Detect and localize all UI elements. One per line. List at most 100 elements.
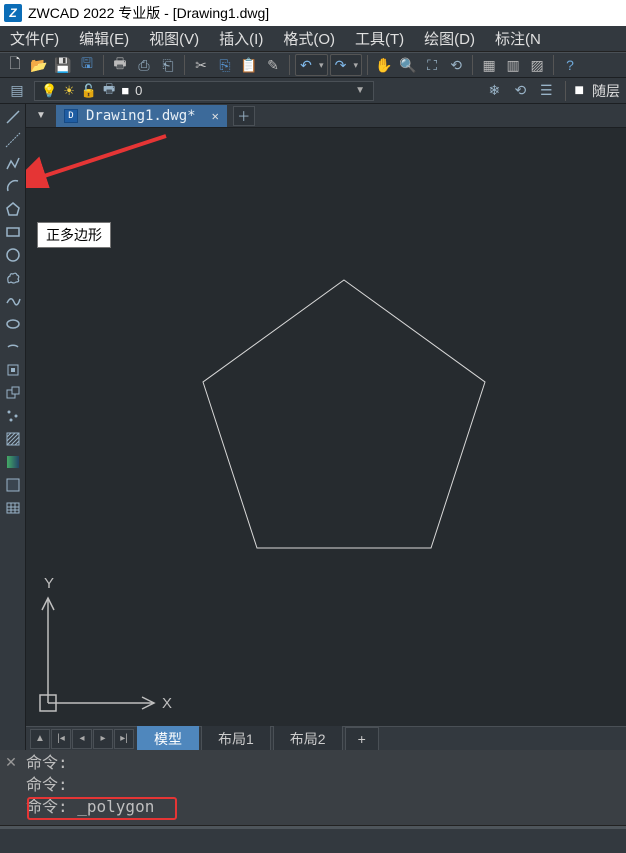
matchprop-button[interactable]: ✎	[262, 54, 284, 76]
tab-layout2[interactable]: 布局2	[273, 725, 343, 752]
region-tool[interactable]	[2, 474, 24, 496]
line-tool[interactable]	[2, 106, 24, 128]
menu-file[interactable]: 文件(F)	[0, 28, 69, 49]
properties-button[interactable]: ▦	[478, 54, 500, 76]
undo-dropdown[interactable]: ▾	[316, 60, 327, 71]
ellipse-arc-tool[interactable]	[2, 336, 24, 358]
command-line: 命令:	[26, 774, 622, 796]
menu-view[interactable]: 视图(V)	[139, 28, 209, 49]
publish-button[interactable]: ⎗	[157, 54, 179, 76]
status-bar	[0, 825, 626, 829]
doc-tab-menu[interactable]: ▼	[32, 107, 50, 125]
polygon-tool[interactable]	[2, 198, 24, 220]
menu-format[interactable]: 格式(O)	[273, 28, 345, 49]
saveall-icon: 🖫	[81, 53, 93, 77]
ucs-icon	[40, 598, 154, 711]
point-tool[interactable]	[2, 405, 24, 427]
document-tab[interactable]: D Drawing1.dwg* ✕	[56, 105, 227, 127]
layer-bulb-icon: 💡	[41, 83, 57, 99]
make-block-tool[interactable]	[2, 382, 24, 404]
undo-button[interactable]: ↶	[296, 55, 316, 75]
zoom-prev-button[interactable]: ⟲	[445, 54, 467, 76]
command-history[interactable]: 命令: 命令: 命令: _polygon	[22, 750, 626, 825]
draw-toolbox	[0, 104, 26, 750]
pentagon-shape	[203, 280, 485, 548]
menu-draw[interactable]: 绘图(D)	[414, 28, 485, 49]
polyline-tool[interactable]	[2, 152, 24, 174]
tab-prev-button[interactable]: ◂	[72, 729, 92, 749]
xline-tool[interactable]	[2, 129, 24, 151]
grid2-icon: ▥	[506, 57, 519, 74]
undo-group: ↶ ▾	[295, 54, 328, 76]
open-folder-icon: 📂	[30, 57, 47, 74]
designcenter-button[interactable]: ▥	[502, 54, 524, 76]
title-bar: Z ZWCAD 2022 专业版 - [Drawing1.dwg]	[0, 0, 626, 26]
layer-prev-button[interactable]: ⟲	[509, 80, 531, 102]
tab-first-button[interactable]: |◂	[51, 729, 71, 749]
gradient-tool[interactable]	[2, 451, 24, 473]
polygon-tooltip: 正多边形	[37, 222, 111, 248]
arc-tool[interactable]	[2, 175, 24, 197]
saveall-button[interactable]: 🖫	[76, 54, 98, 76]
menu-edit[interactable]: 编辑(E)	[69, 28, 139, 49]
undo-icon: ↶	[300, 57, 312, 74]
layer-toolbar: ▤ 💡 ☀ 🔓 🖶 ■ 0 ▼ ❄ ⟲ ☰ ■ 随层	[0, 78, 626, 104]
zoom-icon: 🔍	[399, 57, 416, 74]
cut-button[interactable]: ✂	[190, 54, 212, 76]
menu-insert[interactable]: 插入(I)	[209, 28, 273, 49]
revcloud-tool[interactable]	[2, 267, 24, 289]
ellipse-tool[interactable]	[2, 313, 24, 335]
redo-button[interactable]: ↷	[331, 55, 351, 75]
color-bylayer-label[interactable]: 随层	[592, 81, 620, 101]
toolpalettes-button[interactable]: ▨	[526, 54, 548, 76]
layer-iso-button[interactable]: ❄	[483, 80, 505, 102]
menu-annotate[interactable]: 标注(N	[485, 28, 551, 49]
rectangle-tool[interactable]	[2, 221, 24, 243]
document-tabs: ▼ D Drawing1.dwg* ✕ ＋	[26, 104, 626, 128]
separator	[367, 55, 368, 75]
zoom-rt-button[interactable]: 🔍	[397, 54, 419, 76]
layer-manager-button[interactable]: ▤	[6, 80, 28, 102]
layer-color-swatch: ■	[121, 83, 129, 98]
tab-collapse-button[interactable]: ▲	[30, 729, 50, 749]
tab-model[interactable]: 模型	[137, 725, 199, 752]
drawing-canvas[interactable]: Y X 正多边形	[26, 128, 626, 726]
layer-freeze-icon: ☀	[63, 83, 75, 99]
menu-tools[interactable]: 工具(T)	[345, 28, 414, 49]
insert-block-tool[interactable]	[2, 359, 24, 381]
layer-plot-icon: 🖶	[103, 80, 115, 102]
save-button[interactable]: 💾	[52, 54, 74, 76]
add-tab-button[interactable]: ＋	[233, 106, 255, 126]
plot-button[interactable]: 🖶	[109, 54, 131, 76]
help-button[interactable]: ?	[559, 54, 581, 76]
separator	[565, 81, 566, 101]
model-tabs: ▲ |◂ ◂ ▸ ▸| 模型 布局1 布局2 +	[26, 726, 626, 750]
layer-combo[interactable]: 💡 ☀ 🔓 🖶 ■ 0 ▼	[34, 81, 374, 101]
app-logo-icon: Z	[4, 4, 22, 22]
spline-tool[interactable]	[2, 290, 24, 312]
preview-button[interactable]: ⎙	[133, 54, 155, 76]
window-title: ZWCAD 2022 专业版 - [Drawing1.dwg]	[28, 3, 269, 23]
tab-last-button[interactable]: ▸|	[114, 729, 134, 749]
separator	[184, 55, 185, 75]
command-line: 命令:	[26, 752, 622, 774]
hatch-tool[interactable]	[2, 428, 24, 450]
tab-add-layout[interactable]: +	[345, 727, 379, 750]
paste-button[interactable]: 📋	[238, 54, 260, 76]
new-file-button[interactable]: 🗋	[4, 54, 26, 76]
document-tab-label: Drawing1.dwg*	[86, 108, 196, 124]
open-file-button[interactable]: 📂	[28, 54, 50, 76]
command-close-button[interactable]: ✕	[0, 750, 22, 825]
close-tab-button[interactable]: ✕	[212, 109, 219, 123]
redo-dropdown[interactable]: ▾	[351, 60, 362, 71]
tab-next-button[interactable]: ▸	[93, 729, 113, 749]
zoom-window-button[interactable]: ⛶	[421, 54, 443, 76]
table-tool[interactable]	[2, 497, 24, 519]
circle-tool[interactable]	[2, 244, 24, 266]
layer-state-button[interactable]: ☰	[535, 80, 557, 102]
tab-layout1[interactable]: 布局1	[201, 725, 271, 752]
copy-button[interactable]: ⎘	[214, 54, 236, 76]
pan-button[interactable]: ✋	[373, 54, 395, 76]
cut-icon: ✂	[195, 57, 207, 74]
grid3-icon: ▨	[530, 57, 543, 74]
